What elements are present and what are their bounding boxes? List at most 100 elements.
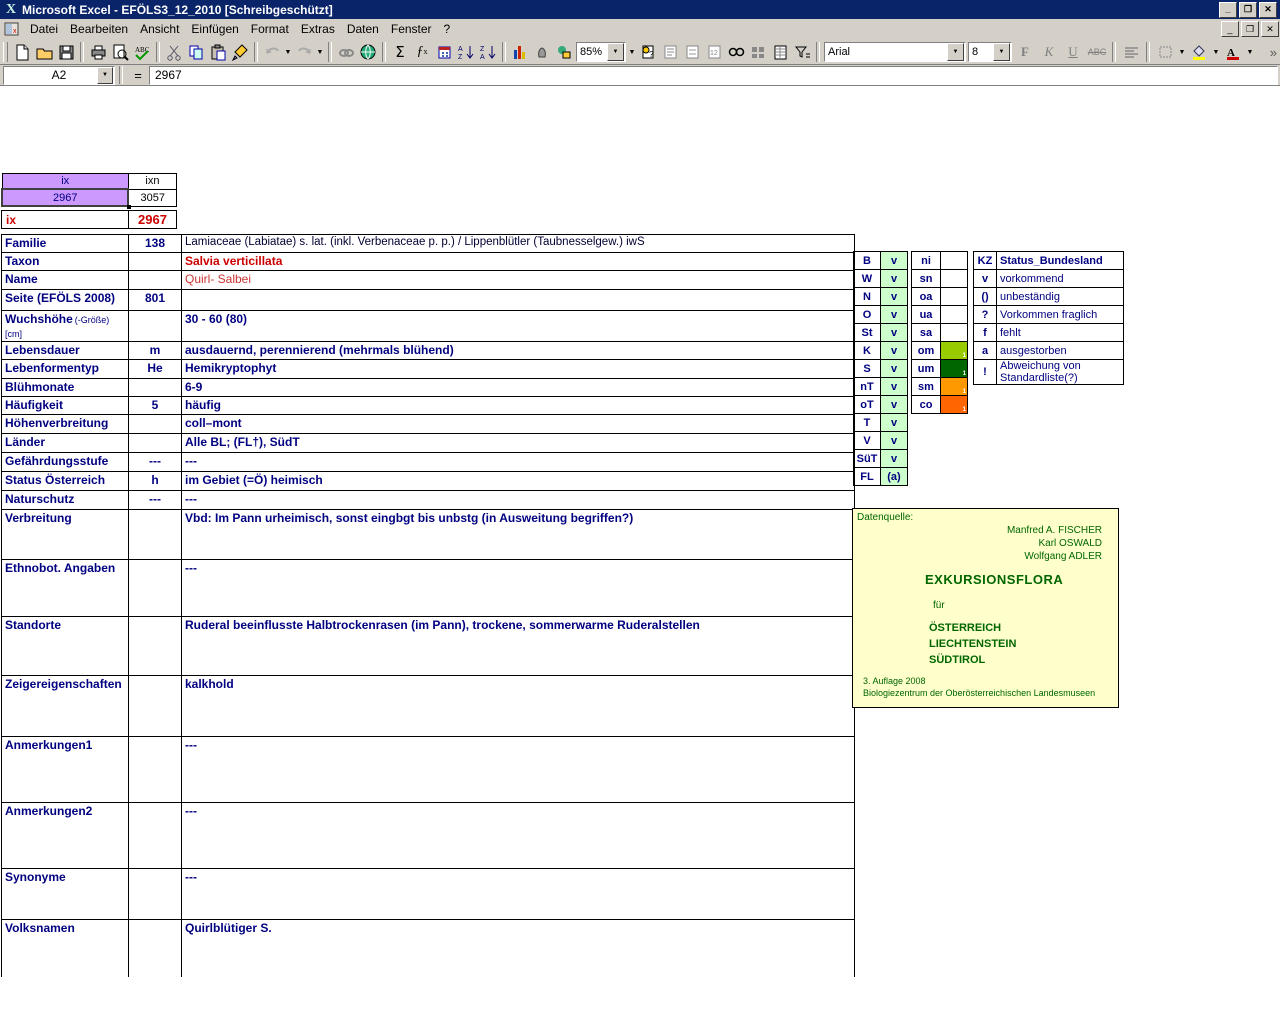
row-code-cell[interactable] — [128, 919, 182, 977]
row-value-cell[interactable]: --- — [181, 802, 855, 869]
edit-formula-icon[interactable]: = — [127, 68, 149, 83]
legend-description[interactable]: Vorkommen fraglich — [996, 305, 1124, 324]
web-toolbar-icon[interactable] — [357, 41, 379, 63]
align-icon[interactable] — [1119, 41, 1143, 63]
cut-icon[interactable] — [163, 41, 185, 63]
bundesland-status[interactable]: v — [880, 413, 908, 432]
row-code-cell[interactable] — [128, 509, 182, 560]
database-icon[interactable] — [769, 41, 791, 63]
region-code[interactable]: um — [911, 359, 941, 378]
row-value-cell[interactable]: --- — [181, 736, 855, 803]
legend-description[interactable]: fehlt — [996, 323, 1124, 342]
fill-color-icon[interactable] — [1187, 41, 1211, 63]
region-color-cell[interactable] — [940, 251, 968, 270]
row-label-cell[interactable]: Volksnamen — [1, 919, 129, 977]
find-icon[interactable] — [725, 41, 747, 63]
row-value-cell[interactable]: Quirl- Salbei — [181, 270, 855, 290]
toolbar-grip[interactable] — [3, 42, 8, 62]
autosum-icon[interactable]: Σ — [389, 41, 411, 63]
bold-icon[interactable]: F — [1013, 41, 1037, 63]
fill-color-dropdown-icon[interactable]: ▼ — [1211, 41, 1221, 63]
map-icon[interactable] — [531, 41, 553, 63]
font-color-dropdown-icon[interactable]: ▼ — [1245, 41, 1255, 63]
drawing-icon[interactable] — [553, 41, 575, 63]
row-value-cell[interactable]: Hemikryptophyt — [181, 359, 855, 379]
row-label-cell[interactable]: Status Österreich — [1, 471, 129, 491]
bundesland-status[interactable]: v — [880, 323, 908, 342]
toolbar-more-icon[interactable]: » — [1270, 45, 1277, 60]
chart-wizard-icon[interactable] — [509, 41, 531, 63]
undo-dropdown-icon[interactable]: ▼ — [283, 41, 293, 63]
row-code-cell[interactable] — [128, 414, 182, 434]
row-code-cell[interactable]: He — [128, 359, 182, 379]
spellcheck-icon[interactable]: ABC — [131, 41, 153, 63]
row-code-cell[interactable]: --- — [128, 452, 182, 472]
bundesland-status[interactable]: v — [880, 341, 908, 360]
row-code-cell[interactable]: 138 — [128, 234, 182, 253]
legend-description[interactable]: unbeständig — [996, 287, 1124, 306]
table-icon[interactable] — [747, 41, 769, 63]
row-value-cell[interactable]: Quirlblütiger S. — [181, 919, 855, 977]
bundesland-status[interactable]: v — [880, 287, 908, 306]
menu-item-daten[interactable]: Daten — [341, 20, 385, 38]
row-label-cell[interactable]: Ethnobot. Angaben — [1, 559, 129, 617]
cell-ixn-header[interactable]: ixn — [127, 173, 178, 190]
bundesland-status[interactable]: v — [880, 251, 908, 270]
format-painter-icon[interactable] — [229, 41, 251, 63]
borders-icon[interactable] — [1153, 41, 1177, 63]
bundesland-code[interactable]: SüT — [853, 449, 881, 468]
row-code-cell[interactable] — [128, 616, 182, 676]
bundesland-status[interactable]: v — [880, 269, 908, 288]
row-code-cell[interactable]: m — [128, 341, 182, 360]
row-code-cell[interactable] — [128, 802, 182, 869]
strikethrough-icon[interactable]: ABC — [1085, 41, 1109, 63]
region-code[interactable]: om — [911, 341, 941, 360]
bundesland-code[interactable]: B — [853, 251, 881, 270]
region-color-cell[interactable] — [940, 305, 968, 324]
row-value-cell[interactable]: 30 - 60 (80) — [181, 310, 855, 342]
bundesland-code[interactable]: oT — [853, 395, 881, 414]
region-code[interactable]: ni — [911, 251, 941, 270]
row-label-cell[interactable]: Höhenverbreitung — [1, 414, 129, 434]
row-value-cell[interactable]: kalkhold — [181, 675, 855, 737]
save-icon[interactable] — [55, 41, 77, 63]
comment-icon[interactable] — [659, 41, 681, 63]
region-color-cell[interactable] — [940, 287, 968, 306]
row-value-cell[interactable]: Ruderal beeinflusste Halbtrockenrasen (i… — [181, 616, 855, 676]
row-value-cell[interactable]: Vbd: Im Pann urheimisch, sonst eingbgt b… — [181, 509, 855, 560]
row-value-cell[interactable]: 6-9 — [181, 378, 855, 397]
row-value-cell[interactable]: ausdauernd, perennierend (mehrmals blühe… — [181, 341, 855, 360]
legend-kz[interactable]: v — [973, 269, 997, 288]
row-label-cell[interactable]: Synonyme — [1, 868, 129, 920]
row-label-cell[interactable]: Name — [1, 270, 129, 290]
region-color-cell[interactable] — [940, 323, 968, 342]
row-code-cell[interactable]: 5 — [128, 396, 182, 415]
region-code[interactable]: oa — [911, 287, 941, 306]
cell-ix-number[interactable]: 2967 — [128, 210, 177, 229]
bundesland-status[interactable]: v — [880, 395, 908, 414]
cell-ix-value-selected[interactable]: 2967 — [0, 188, 130, 207]
row-label-cell[interactable]: Gefährdungsstufe — [1, 452, 129, 472]
bundesland-code[interactable]: O — [853, 305, 881, 324]
bundesland-status[interactable]: v — [880, 431, 908, 450]
zoom-dropdown-icon[interactable]: ▼ — [607, 43, 624, 61]
date-icon[interactable]: 12 — [703, 41, 725, 63]
open-icon[interactable] — [33, 41, 55, 63]
toolbar-overflow-icon[interactable]: ▼ — [627, 41, 637, 63]
row-code-cell[interactable] — [128, 868, 182, 920]
row-label-cell[interactable]: Seite (EFÖLS 2008) — [1, 289, 129, 311]
bundesland-code[interactable]: FL — [853, 467, 881, 486]
bundesland-code[interactable]: K — [853, 341, 881, 360]
row-label-cell[interactable]: Standorte — [1, 616, 129, 676]
row-label-cell[interactable]: Anmerkungen1 — [1, 736, 129, 803]
row-label-cell[interactable]: Wuchshöhe (-Größe) [cm] — [1, 310, 129, 342]
legend-description[interactable]: Abweichung von Standardliste(?) — [996, 359, 1124, 385]
sort-desc-icon[interactable]: ZA — [477, 41, 499, 63]
bundesland-code[interactable]: St — [853, 323, 881, 342]
legend-description[interactable]: vorkommend — [996, 269, 1124, 288]
redo-dropdown-icon[interactable]: ▼ — [315, 41, 325, 63]
row-label-cell[interactable]: Häufigkeit — [1, 396, 129, 415]
region-color-cell[interactable]: 1 — [940, 395, 968, 414]
formula-input[interactable]: 2967 — [149, 65, 1278, 85]
row-value-cell[interactable]: Lamiaceae (Labiatae) s. lat. (inkl. Verb… — [181, 234, 855, 253]
